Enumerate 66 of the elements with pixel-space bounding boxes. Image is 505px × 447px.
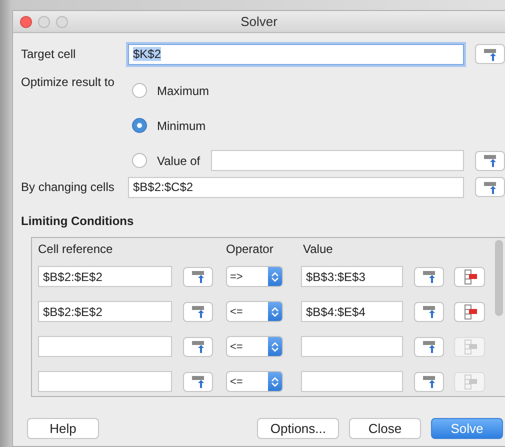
chevron-updown-icon [271,270,279,282]
input-field[interactable]: $B$2:$E$2 [38,266,172,287]
shrink-button[interactable] [414,372,444,392]
input-field[interactable] [38,371,172,392]
section-heading: Limiting Conditions [21,214,134,228]
input-field[interactable] [301,336,403,357]
column-header: Cell reference [38,242,114,256]
shrink-icon [422,340,436,353]
shrink-icon [483,180,497,194]
dialog-button[interactable]: Help [27,418,99,439]
delete-row-icon [462,338,478,354]
operator-select[interactable]: <= [226,371,283,392]
operator-select[interactable]: <= [226,301,283,322]
radio-button[interactable] [132,83,147,98]
operator-select[interactable]: => [226,266,283,287]
field-label: By changing cells [21,180,116,194]
input-field[interactable]: $B$2:$E$2 [38,301,172,322]
delete-button[interactable] [454,266,485,286]
shrink-icon [191,270,205,283]
chevron-updown-icon [271,340,279,352]
operator-select[interactable]: <= [226,336,283,357]
shrink-icon [483,48,497,60]
radio-button[interactable] [132,153,147,168]
shrink-button[interactable] [475,177,505,197]
chevron-updown-icon [271,306,279,318]
radio-button[interactable] [132,118,147,133]
shrink-button[interactable] [414,266,444,286]
shrink-button[interactable] [183,372,213,392]
input-field[interactable]: $B$2:$C$2 [128,176,464,198]
radio-label: Minimum [157,118,207,132]
dialog-button[interactable]: Options... [257,418,339,439]
input-field[interactable] [38,336,172,357]
column-header: Operator [226,242,274,256]
shrink-icon [422,375,436,388]
delete-row-icon [462,374,478,390]
input-field[interactable] [301,371,403,392]
shrink-icon [422,305,436,318]
shrink-button[interactable] [414,302,444,322]
shrink-button[interactable] [183,266,213,286]
delete-row-icon [462,304,478,320]
field-label: Optimize result to [21,75,116,91]
input-field[interactable] [211,150,464,171]
window-title: Solver [240,14,278,29]
shrink-button[interactable] [475,44,505,64]
shrink-button[interactable] [183,336,213,356]
chevron-updown-icon [271,376,279,388]
radio-label: Maximum [157,84,210,98]
column-header: Value [303,242,334,256]
shrink-icon [191,305,205,318]
input-field[interactable]: $K$2 [128,44,464,64]
shrink-icon [191,340,205,353]
input-field[interactable]: $B$3:$E$3 [301,266,403,287]
delete-button[interactable] [454,302,485,322]
field-label: Target cell [21,47,77,61]
delete-row-icon [462,268,478,284]
close-window-button[interactable] [20,16,32,28]
shrink-button[interactable] [414,336,444,356]
dialog-button[interactable]: Close [349,418,421,439]
scrollbar-thumb[interactable] [495,240,503,316]
radio-label: Value of [157,154,202,168]
shrink-button[interactable] [475,150,505,170]
shrink-icon [483,154,497,167]
shrink-button[interactable] [183,302,213,322]
shrink-icon [422,270,436,283]
input-field[interactable]: $B$4:$E$4 [301,301,403,322]
shrink-icon [191,375,205,388]
